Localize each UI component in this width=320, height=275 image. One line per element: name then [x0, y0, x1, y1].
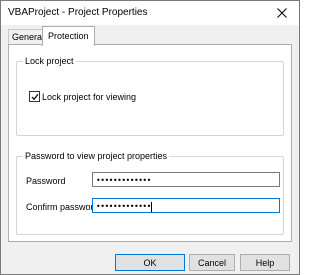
password-label: Password	[26, 176, 66, 186]
lock-project-checkbox[interactable]	[29, 91, 40, 102]
close-button[interactable]	[265, 1, 299, 25]
text-caret	[150, 201, 152, 212]
tab-strip: General Protection	[1, 25, 299, 46]
password-field[interactable]: •••••••••••••	[92, 172, 280, 187]
password-field-value: •••••••••••••	[96, 176, 151, 185]
password-group-legend: Password to view project properties	[25, 151, 168, 161]
protection-panel: Lock project Lock project for viewing Pa…	[8, 44, 292, 242]
checkmark-icon	[31, 93, 38, 100]
confirm-password-field[interactable]: •••••••••••••	[92, 198, 280, 213]
close-icon	[277, 8, 287, 18]
help-button[interactable]: Help	[240, 254, 290, 271]
lock-project-group: Lock project Lock project for viewing	[16, 56, 284, 136]
confirm-password-label: Confirm password	[26, 202, 99, 212]
title-bar[interactable]: VBAProject - Project Properties	[1, 1, 299, 25]
lock-project-legend: Lock project	[25, 56, 74, 66]
ok-button[interactable]: OK	[115, 254, 185, 271]
confirm-password-field-value: •••••••••••••	[96, 202, 151, 211]
password-group: Password to view project properties Pass…	[16, 151, 284, 235]
tab-protection[interactable]: Protection	[42, 26, 95, 46]
window-title: VBAProject - Project Properties	[8, 7, 148, 18]
lock-project-checkbox-label: Lock project for viewing	[42, 91, 137, 102]
lock-project-checkbox-row[interactable]: Lock project for viewing	[29, 91, 136, 102]
dialog-window: VBAProject - Project Properties General …	[0, 0, 300, 275]
cancel-button[interactable]: Cancel	[189, 254, 235, 271]
